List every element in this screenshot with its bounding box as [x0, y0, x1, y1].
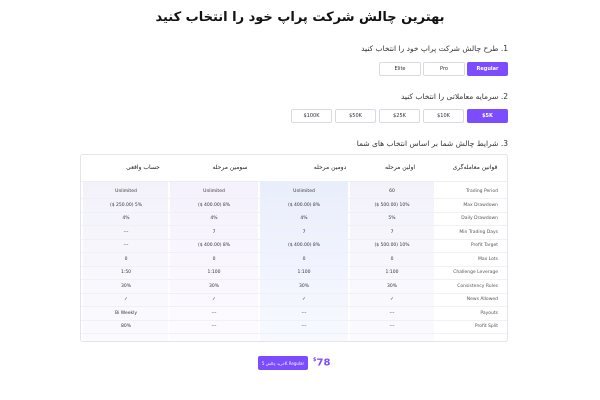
table-cell: 4% — [210, 216, 218, 221]
header-divider — [81, 181, 507, 182]
table-cell: --- — [211, 324, 217, 329]
table-cell: --- — [123, 243, 129, 248]
table-cell: 0 — [212, 256, 216, 262]
plan-elite-button[interactable]: Elite — [379, 62, 421, 76]
page-title: بهترین چالش شرکت پراپ خود را انتخاب کنید — [155, 10, 445, 25]
table-cell: 7 — [390, 229, 394, 235]
table-cell: 80% — [120, 324, 131, 329]
row-divider — [81, 225, 507, 226]
table-cell: ($ 400.00) 8% — [287, 202, 321, 208]
table-cell: 0 — [390, 256, 394, 262]
row-label: Challenge Leverage — [453, 270, 498, 275]
row-divider — [81, 333, 507, 334]
table-cell: Unlimited — [115, 189, 137, 194]
step3-label: 3. شرایط چالش شما بر اساس انتخاب های شما — [356, 139, 508, 148]
table-cell: ($ 400.00) 8% — [197, 243, 231, 248]
row-divider — [81, 252, 507, 253]
table-cell: 1:50 — [120, 270, 132, 275]
table-cell: --- — [301, 310, 307, 316]
table-cell: 4% — [122, 216, 130, 221]
price-amount: 78 — [316, 357, 331, 369]
header-real: حساب واقعی — [126, 164, 160, 171]
row-divider — [81, 198, 507, 199]
table-cell: 30% — [120, 283, 131, 289]
table-cell: 1:100 — [297, 270, 311, 275]
row-divider — [81, 306, 507, 307]
row-label: Payouts — [480, 310, 498, 316]
table-cell: ✓ — [302, 297, 306, 302]
table-cell: ($ 500.00) 10% — [374, 243, 410, 248]
table-cell: ✓ — [124, 297, 128, 302]
row-label: Max Lots — [477, 256, 498, 262]
row-label: Trading Period — [466, 189, 498, 194]
row-label: Profit Target — [470, 243, 498, 248]
table-cell: ($ 250.00) 5% — [109, 202, 143, 208]
plan-pro-button[interactable]: Pro — [423, 62, 465, 76]
capital-10k-button[interactable]: $10K — [423, 109, 464, 123]
table-cell: 30% — [386, 283, 397, 289]
row-divider — [81, 265, 507, 267]
row-label: Min Trading Days — [459, 229, 498, 235]
table-cell: 60 — [389, 189, 395, 194]
row-divider — [81, 319, 507, 321]
price: $78 — [313, 357, 330, 368]
table-cell: 4% — [300, 216, 308, 221]
table-cell: 7 — [302, 229, 306, 235]
capital-5k-button[interactable]: $5K — [467, 109, 508, 123]
table-cell: 1:100 — [207, 270, 221, 275]
table-cell: ($ 500.00) 10% — [374, 202, 410, 208]
row-label: Daily Drawdown — [461, 216, 498, 221]
row-divider — [81, 211, 507, 213]
header-rules: قوانین معامله‌گری — [452, 164, 498, 171]
table-cell: --- — [389, 310, 395, 316]
table-cell: 1:100 — [385, 270, 399, 275]
row-label: News Allowed — [466, 297, 498, 302]
row-label: Max Drawdown — [463, 202, 498, 208]
header-second: دومین مرحله — [313, 164, 347, 171]
table-cell: Unlimited — [293, 189, 315, 194]
table-cell: 0 — [302, 256, 306, 262]
table-cell: ($ 400.00) 8% — [287, 243, 321, 248]
table-cell: 30% — [298, 283, 309, 289]
buy-button[interactable]: خرید چالش 5K Regular — [258, 356, 308, 370]
table-cell: 0 — [124, 256, 128, 262]
table-cell: --- — [123, 229, 129, 235]
table-cell: --- — [301, 324, 307, 329]
table-cell: 7 — [212, 229, 216, 235]
row-divider — [81, 292, 507, 294]
table-cell: ✓ — [212, 297, 216, 302]
table-cell: --- — [389, 324, 395, 329]
capital-100k-button[interactable]: $100K — [291, 109, 332, 123]
step1-label: 1. طرح چالش شرکت پراپ خود را انتخاب کنید — [361, 44, 508, 53]
capital-25k-button[interactable]: $25K — [379, 109, 420, 123]
header-third: سومین مرحله — [212, 164, 248, 171]
table-cell: ✓ — [390, 297, 394, 302]
table-cell: --- — [211, 310, 217, 316]
table-cell: ($ 400.00) 8% — [197, 202, 231, 208]
step2-label: 2. سرمایه معاملاتی را انتخاب کنید — [400, 92, 508, 101]
plan-regular-button[interactable]: Regular — [467, 62, 508, 76]
row-divider — [81, 238, 507, 240]
row-divider — [81, 279, 507, 280]
table-cell: Unlimited — [203, 189, 225, 194]
table-cell: Bi Weekly — [114, 310, 137, 316]
row-label: Profit Split — [474, 324, 498, 329]
header-first: اولین مرحله — [384, 164, 416, 171]
capital-50k-button[interactable]: $50K — [335, 109, 376, 123]
table-cell: 5% — [388, 216, 396, 221]
table-cell: 30% — [208, 283, 219, 289]
row-label: Consistency Rules — [457, 283, 498, 289]
